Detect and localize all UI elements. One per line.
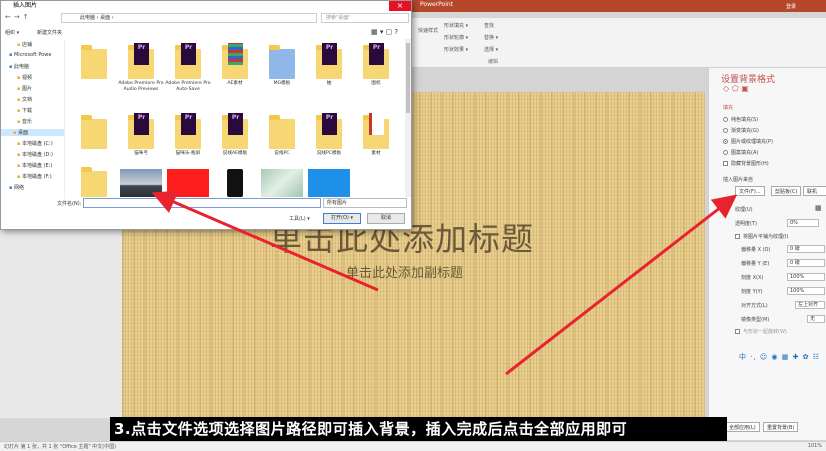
tutorial-arrows — [151, 190, 738, 376]
arrow-to-file-button — [505, 194, 738, 376]
arrow-to-file-icon — [151, 190, 379, 292]
